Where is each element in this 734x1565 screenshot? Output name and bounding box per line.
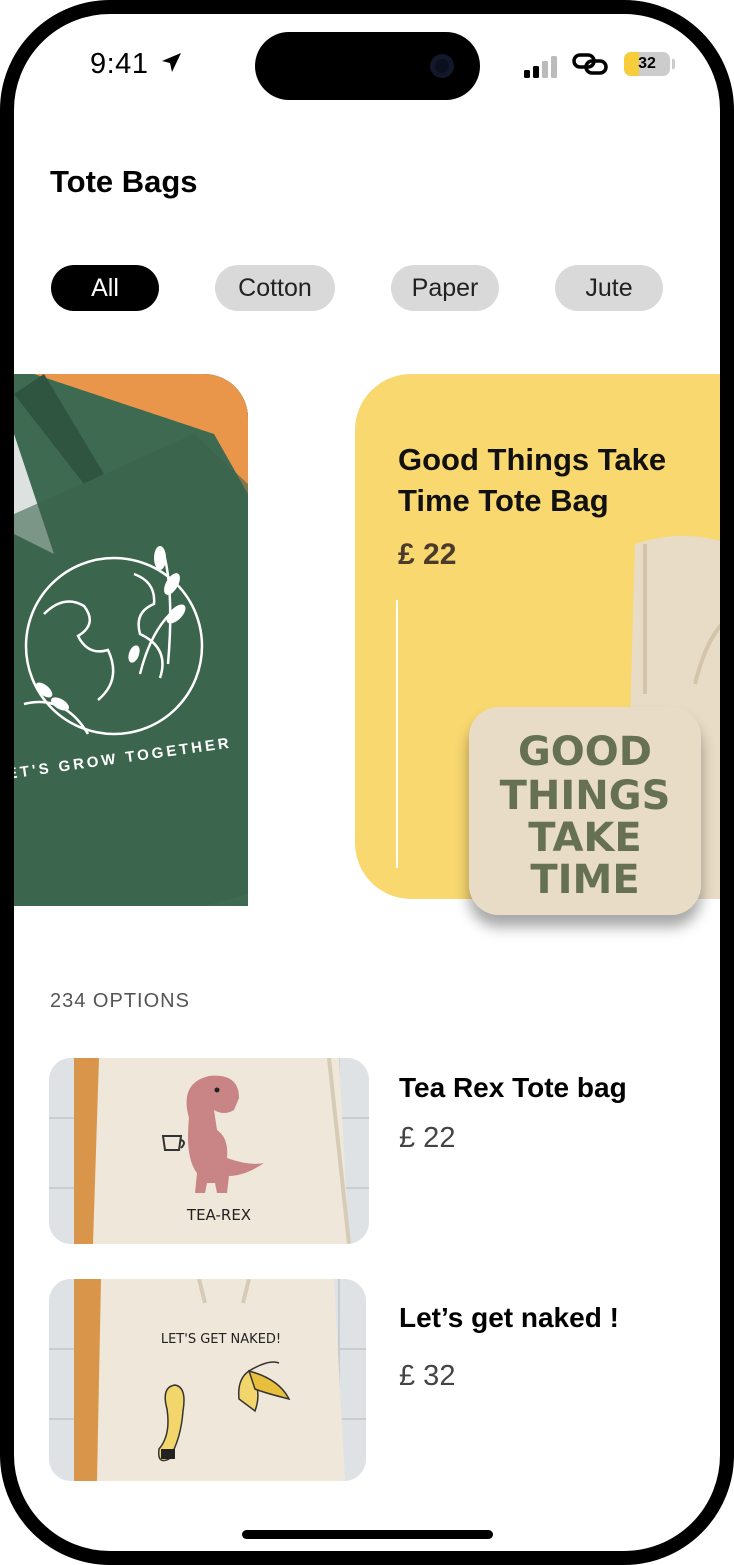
featured-product-price: £ 22 [398,538,457,571]
tea-rex-bag-image: TEA-REX [49,1058,369,1244]
home-indicator[interactable] [242,1530,493,1539]
battery-level: 32 [638,55,656,72]
get-naked-bag-image: LET'S GET NAKED! [49,1279,366,1481]
location-arrow-icon [162,53,181,72]
product-price: £ 32 [399,1360,456,1392]
phone-frame: 9:41 32 Tote Bags All Cotton Paper Jute [0,0,734,1565]
grow-together-bag-image: LET'S GROW TOGETHER [14,374,248,906]
product-thumbnail-tea-rex[interactable]: TEA-REX [49,1058,369,1244]
page-title: Tote Bags [50,164,198,199]
get-naked-print: LET'S GET NAKED! [161,1332,281,1347]
link-icon [572,53,608,75]
featured-card-grow-together[interactable]: LET'S GROW TOGETHER [14,374,248,906]
good-things-print-swatch: GOOD THINGS TAKE TIME [469,707,701,915]
product-thumbnail-get-naked[interactable]: LET'S GET NAKED! [49,1279,366,1481]
good-things-print-image: GOOD THINGS TAKE TIME [469,707,701,915]
filter-chip-paper[interactable]: Paper [391,265,499,311]
options-count: 234 OPTIONS [50,990,190,1012]
battery-icon: 32 [624,52,670,76]
filter-chip-cotton[interactable]: Cotton [215,265,335,311]
signal-icon [524,56,557,78]
product-name[interactable]: Let’s get naked ! [399,1302,619,1334]
battery-cap [672,59,675,69]
status-time: 9:41 [90,48,149,80]
dynamic-island [255,32,480,100]
card-divider [396,600,398,868]
tea-rex-print: TEA-REX [186,1206,251,1224]
print-line-take: TAKE [528,815,641,861]
filter-chip-jute[interactable]: Jute [555,265,663,311]
filter-chip-all[interactable]: All [51,265,159,311]
print-line-good: GOOD [518,729,652,775]
camera-icon [430,54,454,78]
product-name[interactable]: Tea Rex Tote bag [399,1072,627,1104]
product-price: £ 22 [399,1122,456,1154]
print-line-time: TIME [530,857,639,903]
featured-product-name: Good Things Take Time Tote Bag [398,442,667,518]
print-line-things: THINGS [500,773,671,819]
